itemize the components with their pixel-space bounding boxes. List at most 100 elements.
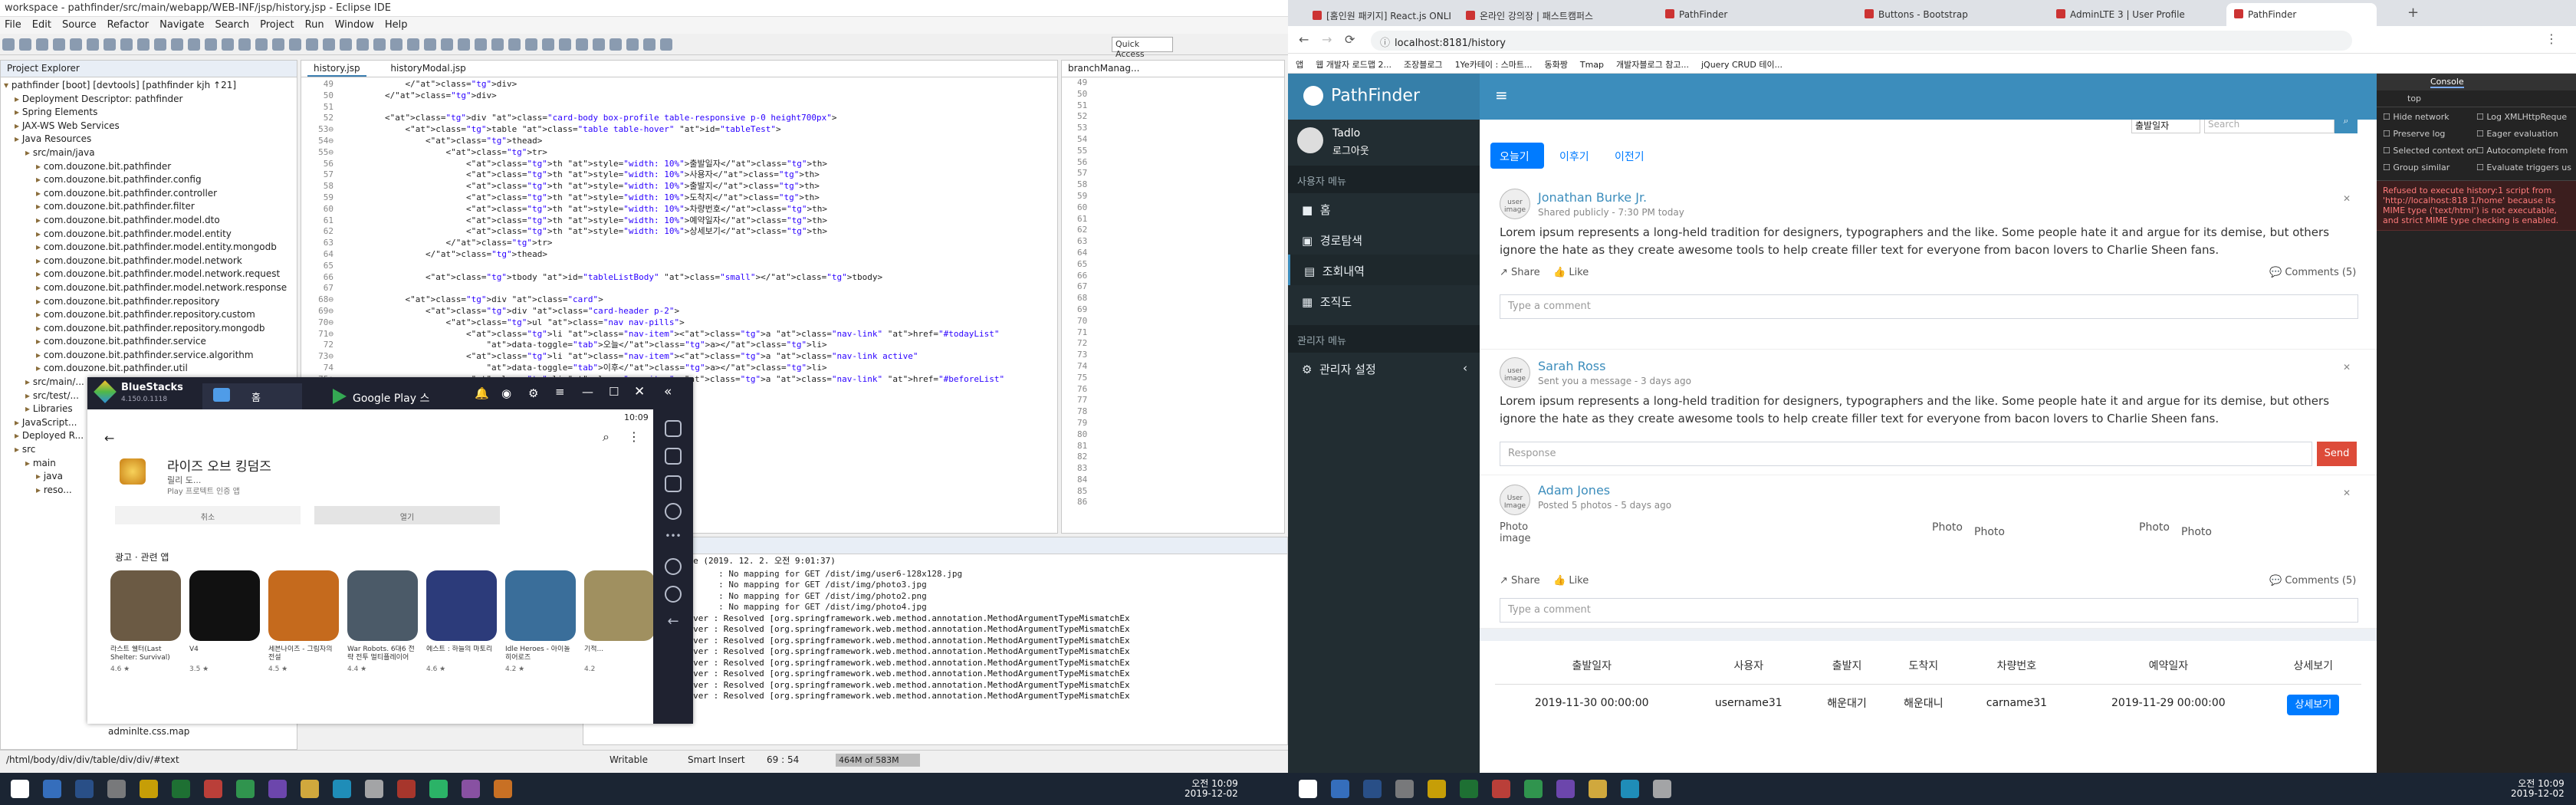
project-explorer-tab[interactable]: Project Explorer xyxy=(1,61,297,77)
toolbar-button-icon[interactable] xyxy=(188,38,200,51)
taskbar-app-icon[interactable] xyxy=(1492,780,1510,798)
like-button[interactable]: 👍 Like xyxy=(1553,575,1589,586)
close-icon[interactable]: ✕ xyxy=(634,384,645,399)
menu-item[interactable]: Edit xyxy=(32,19,51,31)
browser-tab[interactable]: Buttons - Bootstrap xyxy=(1857,3,2045,26)
tree-item[interactable]: ▸ com.douzone.bit.pathfinder.filter xyxy=(4,200,294,214)
menu-item[interactable]: Help xyxy=(385,19,408,31)
toolbar-button-icon[interactable] xyxy=(407,38,419,51)
windows-start-icon[interactable] xyxy=(11,780,29,798)
tree-item[interactable]: ▾ pathfinder [boot] [devtools] [pathfind… xyxy=(4,79,294,93)
tree-item[interactable]: ▸ com.douzone.bit.pathfinder.controller xyxy=(4,187,294,201)
taskbar-app-icon[interactable] xyxy=(1524,780,1543,798)
toolbar-button-icon[interactable] xyxy=(441,38,453,51)
toolbar-button-icon[interactable] xyxy=(222,38,234,51)
code-content-2[interactable]: 49 50 51 52 53 54 55 56 57 58 59 60 61 62 63 64 65 66 67 68… xyxy=(1062,77,1284,508)
comments-link[interactable]: 💬 Comments (5) xyxy=(2269,575,2356,586)
toolbar-button-icon[interactable] xyxy=(373,38,386,51)
search-button[interactable]: ⌕ xyxy=(2334,120,2358,133)
search-type-select[interactable]: 출발일자 xyxy=(2131,120,2200,133)
tab-home[interactable]: 홈 xyxy=(202,383,302,409)
screen-size-icon[interactable] xyxy=(665,475,682,492)
tree-item[interactable]: ▸ Java Resources xyxy=(4,133,294,146)
clock[interactable]: 오전 10:09 2019-12-02 xyxy=(2511,779,2564,799)
tab-today[interactable]: 오늘기 xyxy=(1490,143,1544,169)
reload-icon[interactable]: ⟳ xyxy=(1345,32,1355,47)
toolbar-button-icon[interactable] xyxy=(491,38,504,51)
like-button[interactable]: 👍 Like xyxy=(1553,267,1589,278)
close-icon[interactable]: ✕ xyxy=(2343,362,2351,373)
tree-item[interactable]: ▸ com.douzone.bit.pathfinder.model.netwo… xyxy=(4,255,294,268)
toolbar-button-icon[interactable] xyxy=(2,38,15,51)
search-icon[interactable]: ⌕ xyxy=(603,429,610,445)
tab-history-jsp[interactable]: history.jsp xyxy=(307,61,366,77)
account-icon[interactable]: ◉ xyxy=(501,386,511,400)
collapse-sidebar-icon[interactable]: « xyxy=(664,384,672,399)
tab-after[interactable]: 이후기 xyxy=(1553,143,1599,169)
menu-item[interactable]: Project xyxy=(260,19,294,31)
tree-item[interactable]: ▸ com.douzone.bit.pathfinder xyxy=(4,160,294,174)
volume-icon[interactable] xyxy=(665,448,682,465)
toolbar-button-icon[interactable] xyxy=(610,38,622,51)
menu-item[interactable]: Navigate xyxy=(159,19,204,31)
taskbar-app-icon[interactable] xyxy=(397,780,416,798)
game-icon[interactable] xyxy=(426,570,497,641)
browser-tab[interactable]: AdminLTE 3 | User Profile xyxy=(2049,3,2223,26)
tree-item[interactable]: ▸ JAX-WS Web Services xyxy=(4,120,294,133)
toolbar-button-icon[interactable] xyxy=(475,38,487,51)
comments-link[interactable]: 💬 Comments (5) xyxy=(2269,267,2356,278)
toolbar-button-icon[interactable] xyxy=(626,38,639,51)
windows-start-icon[interactable] xyxy=(1299,780,1317,798)
bookmark-item[interactable]: 동화짱 xyxy=(1545,60,1568,70)
quick-access-input[interactable]: Quick Access xyxy=(1112,37,1173,59)
back-arrow-icon[interactable]: ← xyxy=(104,431,114,445)
toolbar-button-icon[interactable] xyxy=(120,38,133,51)
toolbar-button-icon[interactable] xyxy=(306,38,318,51)
toolbar-button-icon[interactable] xyxy=(424,38,436,51)
post-user[interactable]: Adam Jones xyxy=(1538,483,1610,498)
sidebar-item-route[interactable]: ▣ 경로탐색 xyxy=(1288,224,1480,255)
menu-icon[interactable]: ≡ xyxy=(555,385,565,399)
toolbar-button-icon[interactable] xyxy=(660,38,672,51)
game-icon[interactable] xyxy=(505,570,576,641)
fullscreen-icon[interactable] xyxy=(665,420,682,437)
forward-icon[interactable]: → xyxy=(1322,32,1332,47)
menu-item[interactable]: Source xyxy=(62,19,97,31)
hamburger-icon[interactable]: ≡ xyxy=(1495,86,1508,104)
tree-item[interactable]: ▸ com.douzone.bit.pathfinder.model.entit… xyxy=(4,241,294,255)
new-tab-icon[interactable]: + xyxy=(2407,5,2419,21)
taskbar-app-icon[interactable] xyxy=(301,780,319,798)
toolbar-button-icon[interactable] xyxy=(542,38,554,51)
console-option[interactable]: ☐ Log XMLHttpReque xyxy=(2476,112,2567,122)
console-option[interactable]: ☐ Evaluate triggers us xyxy=(2476,163,2571,172)
minimize-icon[interactable]: — xyxy=(582,385,593,399)
toolbar-button-icon[interactable] xyxy=(272,38,284,51)
settings-icon[interactable]: ⚙ xyxy=(528,386,538,400)
response-input[interactable]: Response xyxy=(1500,442,2312,466)
toolbar-button-icon[interactable] xyxy=(171,38,183,51)
taskbar-app-icon[interactable] xyxy=(1395,780,1414,798)
console-option[interactable]: ☐ Hide network xyxy=(2383,112,2450,122)
toolbar-button-icon[interactable] xyxy=(255,38,268,51)
taskbar-app-icon[interactable] xyxy=(333,780,351,798)
taskbar-app-icon[interactable] xyxy=(1589,780,1607,798)
sidebar-item-org[interactable]: ▦ 조직도 xyxy=(1288,285,1480,316)
console-option[interactable]: ☐ Selected context on xyxy=(2383,146,2477,156)
tab-before[interactable]: 이전기 xyxy=(1608,143,1654,169)
toolbar-button-icon[interactable] xyxy=(289,38,301,51)
tab-console[interactable]: Console xyxy=(2430,77,2464,88)
toolbar-button-icon[interactable] xyxy=(340,38,352,51)
send-button[interactable]: Send xyxy=(2317,442,2357,466)
taskbar-app-icon[interactable] xyxy=(462,780,480,798)
console-option[interactable]: ☐ Group similar xyxy=(2383,163,2450,172)
cancel-button[interactable]: 취소 xyxy=(115,506,301,524)
toolbar-button-icon[interactable] xyxy=(593,38,605,51)
post-user[interactable]: Jonathan Burke Jr. xyxy=(1538,190,1647,205)
gear-icon[interactable] xyxy=(665,586,682,603)
taskbar-app-icon[interactable] xyxy=(236,780,255,798)
toolbar-button-icon[interactable] xyxy=(205,38,217,51)
back-icon[interactable]: ← xyxy=(1299,32,1309,47)
taskbar-app-icon[interactable] xyxy=(268,780,287,798)
toolbar-button-icon[interactable] xyxy=(238,38,251,51)
taskbar-app-icon[interactable] xyxy=(1428,780,1446,798)
